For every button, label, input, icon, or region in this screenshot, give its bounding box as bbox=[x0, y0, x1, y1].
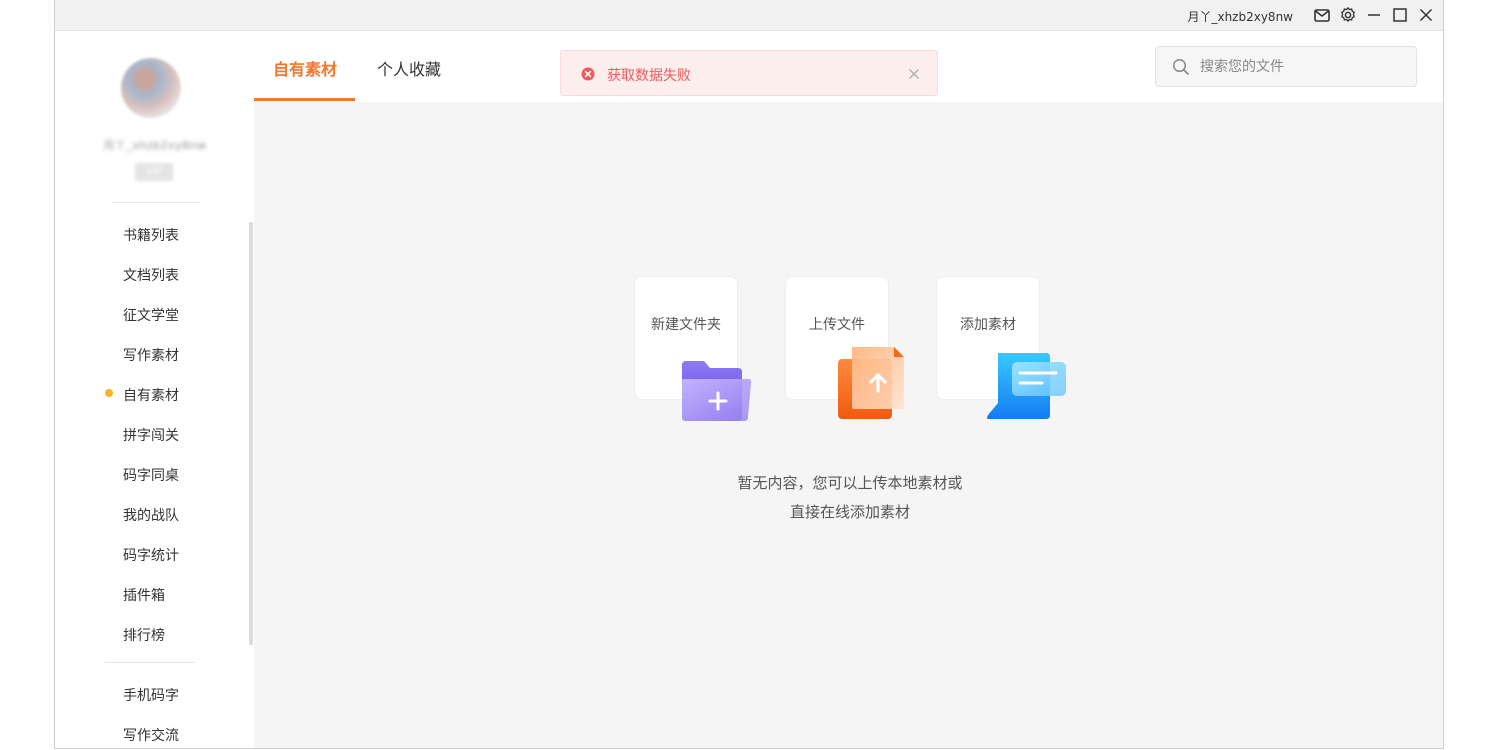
sidebar-scrollbar[interactable] bbox=[249, 222, 253, 645]
upload-file-label: 上传文件 bbox=[809, 317, 865, 333]
title-bar: 月丫_xhzb2xy8nw bbox=[55, 0, 1443, 31]
sidebar-item-leaderboard[interactable]: 排行榜 bbox=[123, 625, 165, 645]
sidebar: 月丫_xhzb2xy8nw VIP 书籍列表 文档列表 征文学堂 写作素材 自有… bbox=[55, 31, 254, 748]
add-material-label: 添加素材 bbox=[960, 317, 1016, 333]
sidebar-item-plugin-box[interactable]: 插件箱 bbox=[123, 585, 165, 605]
new-folder-label: 新建文件夹 bbox=[651, 317, 721, 333]
toast-message: 获取数据失败 bbox=[607, 68, 691, 84]
tabs-bar: 自有素材 个人收藏 获取数据失败 bbox=[254, 31, 1443, 102]
toast-close-icon[interactable] bbox=[907, 66, 921, 80]
app-window: 月丫_xhzb2xy8nw 月丫_xhzb2xy8nw VIP 书籍列表 文档列… bbox=[54, 0, 1444, 749]
main-content: 自有素材 个人收藏 获取数据失败 新建文件夹 bbox=[254, 31, 1443, 748]
active-dot-indicator bbox=[105, 389, 113, 397]
avatar[interactable] bbox=[121, 58, 181, 118]
minimize-icon[interactable] bbox=[1365, 6, 1383, 24]
sidebar-item-mobile-writing[interactable]: 手机码字 bbox=[123, 685, 179, 705]
maximize-icon[interactable] bbox=[1391, 6, 1409, 24]
sidebar-item-own-materials[interactable]: 自有素材 bbox=[123, 385, 179, 405]
sidebar-item-writing-stats[interactable]: 码字统计 bbox=[123, 545, 179, 565]
sidebar-item-contest-school[interactable]: 征文学堂 bbox=[123, 305, 179, 325]
tab-personal-favorites[interactable]: 个人收藏 bbox=[377, 56, 441, 80]
upload-file-icon bbox=[838, 347, 904, 419]
close-icon[interactable] bbox=[1417, 6, 1435, 24]
empty-state-message: 暂无内容，您可以上传本地素材或 直接在线添加素材 bbox=[630, 469, 1070, 527]
empty-state-line2: 直接在线添加素材 bbox=[789, 503, 910, 521]
sidebar-divider-bottom bbox=[105, 662, 195, 663]
titlebar-username[interactable]: 月丫_xhzb2xy8nw bbox=[1187, 8, 1293, 25]
error-icon bbox=[581, 66, 595, 81]
sidebar-item-writing-materials[interactable]: 写作素材 bbox=[123, 345, 179, 365]
folder-add-icon bbox=[682, 361, 752, 421]
sidebar-item-book-list[interactable]: 书籍列表 bbox=[123, 225, 179, 245]
search-input[interactable] bbox=[1198, 55, 1402, 79]
sidebar-item-writing-buddy[interactable]: 码字同桌 bbox=[123, 465, 179, 485]
tab-own-materials[interactable]: 自有素材 bbox=[273, 56, 337, 80]
mail-icon[interactable] bbox=[1313, 6, 1331, 24]
vip-badge: VIP bbox=[135, 163, 173, 181]
sidebar-item-doc-list[interactable]: 文档列表 bbox=[123, 265, 179, 285]
sidebar-divider-top bbox=[111, 202, 200, 203]
sidebar-item-writing-exchange[interactable]: 写作交流 bbox=[123, 725, 179, 745]
search-icon bbox=[1172, 58, 1190, 76]
sidebar-username: 月丫_xhzb2xy8nw bbox=[103, 139, 207, 152]
add-material-icon bbox=[987, 353, 1066, 419]
sidebar-item-typing-challenge[interactable]: 拼字闯关 bbox=[123, 425, 179, 445]
search-box[interactable] bbox=[1155, 46, 1417, 87]
gear-icon[interactable] bbox=[1339, 6, 1357, 24]
sidebar-item-my-team[interactable]: 我的战队 bbox=[123, 505, 179, 525]
empty-state-line1: 暂无内容，您可以上传本地素材或 bbox=[737, 474, 963, 492]
active-tab-underline bbox=[254, 98, 355, 101]
error-toast: 获取数据失败 bbox=[560, 50, 938, 96]
